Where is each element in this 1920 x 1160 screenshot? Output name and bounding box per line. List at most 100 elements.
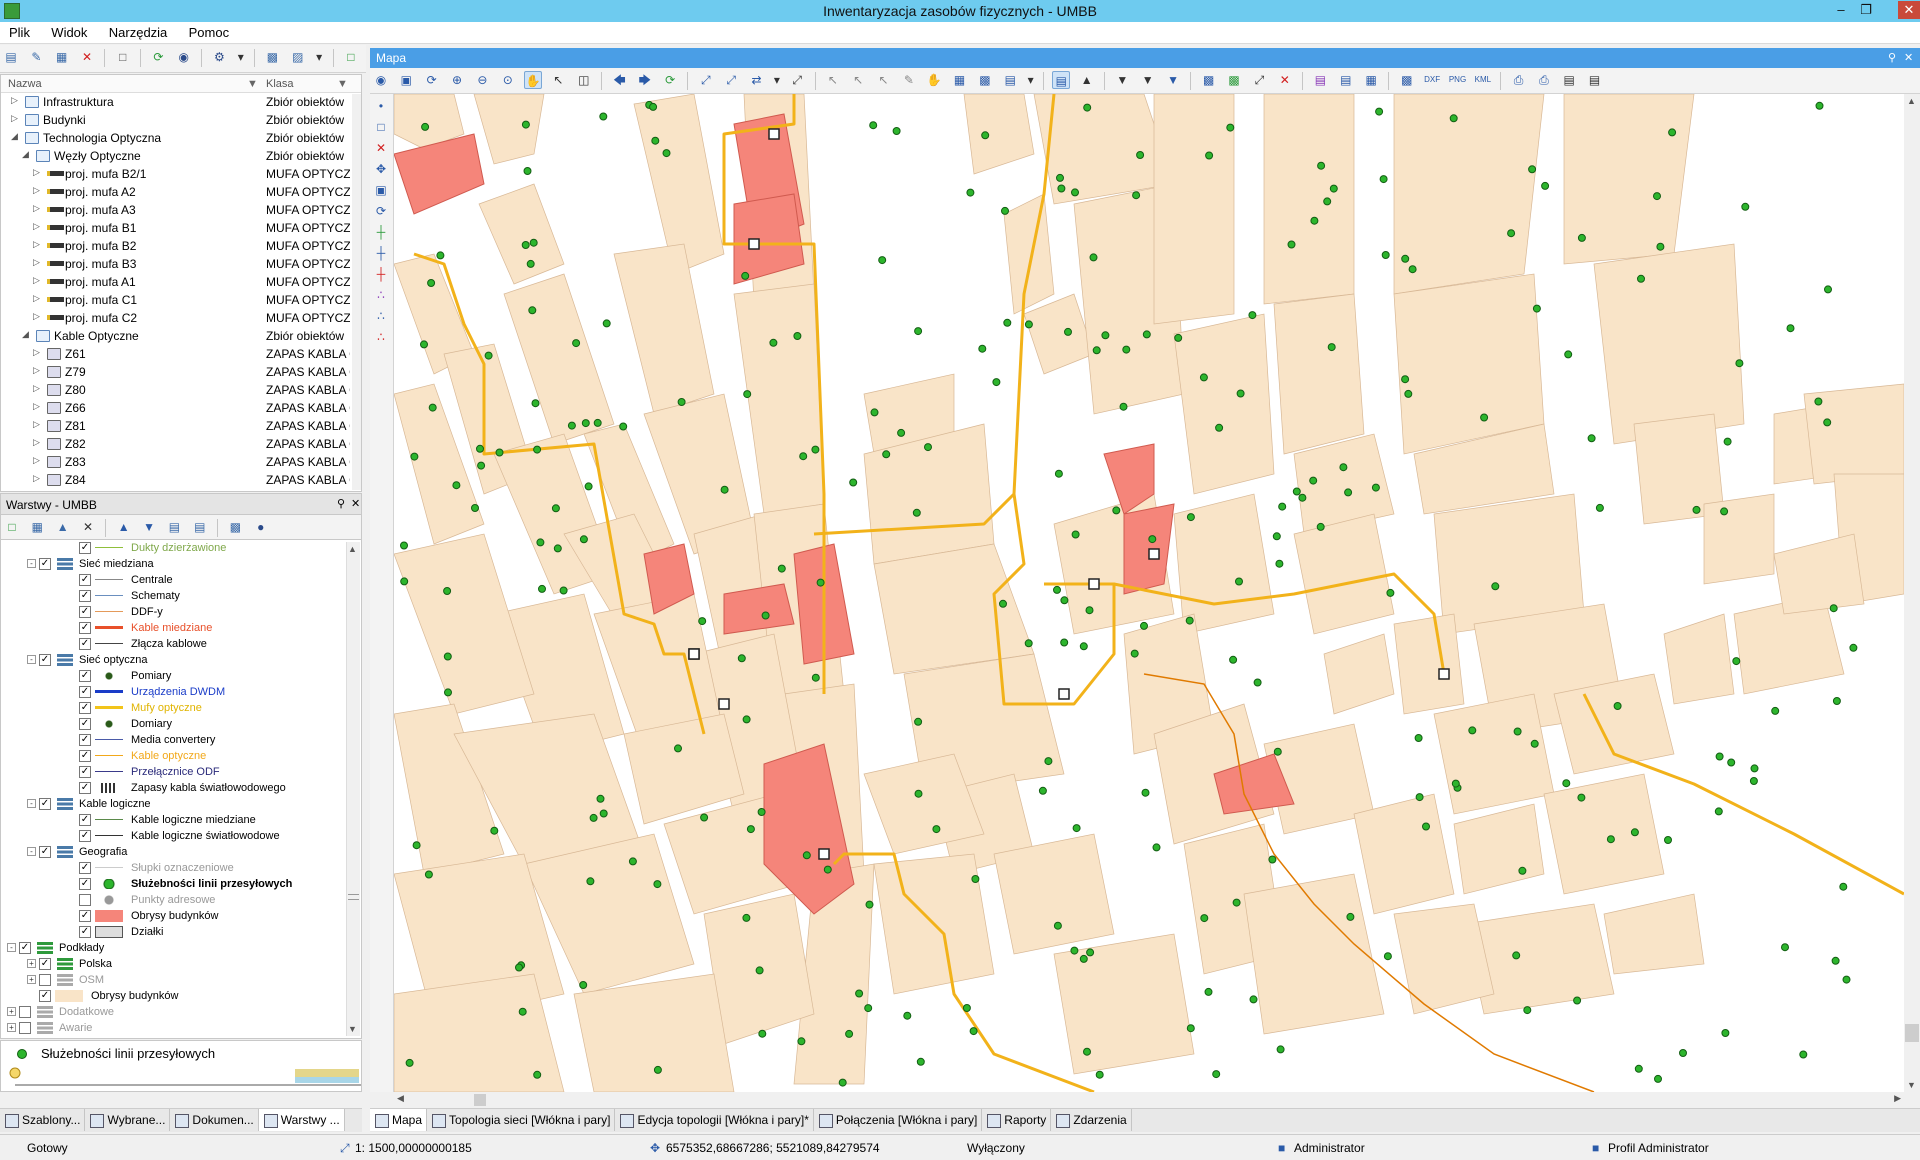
layer-row[interactable]: + ✓ Polska: [1, 956, 361, 972]
layer-row[interactable]: + Awarie: [1, 1020, 361, 1036]
pole-marker[interactable]: [1404, 389, 1413, 398]
pole-marker[interactable]: [1186, 1024, 1195, 1033]
export-png-icon[interactable]: PNG: [1449, 71, 1467, 89]
pole-marker[interactable]: [1842, 975, 1851, 984]
layer-visibility-checkbox[interactable]: [79, 894, 91, 906]
tab-raporty[interactable]: Raporty: [982, 1109, 1052, 1131]
building-outline[interactable]: [1173, 313, 1275, 495]
pole-marker[interactable]: [1327, 343, 1336, 352]
layer-row[interactable]: ✓ Służebności linii przesyłowych: [1, 876, 361, 892]
layer-visibility-checkbox[interactable]: ✓: [79, 622, 91, 634]
building-outline[interactable]: [1703, 493, 1775, 585]
expand-icon[interactable]: ▷: [33, 203, 43, 214]
pole-marker[interactable]: [869, 121, 878, 130]
pole-marker[interactable]: [1248, 311, 1257, 320]
pole-marker[interactable]: [1278, 502, 1287, 511]
pole-marker[interactable]: [1386, 588, 1395, 597]
pole-marker[interactable]: [1491, 582, 1500, 591]
pole-marker[interactable]: [1750, 764, 1759, 773]
pole-marker[interactable]: [567, 421, 576, 430]
layer-row[interactable]: ✓ Urządzenia DWDM: [1, 684, 361, 700]
building-outline[interactable]: [1273, 293, 1365, 455]
layer-row[interactable]: ✓ Schematy: [1, 588, 361, 604]
pole-marker[interactable]: [1381, 251, 1390, 259]
layer-visibility-checkbox[interactable]: ✓: [79, 590, 91, 602]
pole-marker[interactable]: [777, 564, 786, 573]
pole-marker[interactable]: [526, 259, 535, 268]
select-point-icon[interactable]: ↖: [824, 71, 842, 89]
layer-row[interactable]: ✓ Działki: [1, 924, 361, 940]
coordinates-icon[interactable]: ▤: [1311, 71, 1329, 89]
expand-icon[interactable]: ▷: [33, 185, 43, 196]
layer-row[interactable]: ✓ Mufy optyczne: [1, 700, 361, 716]
pole-marker[interactable]: [1057, 184, 1066, 193]
pole-marker[interactable]: [1232, 898, 1241, 907]
properties-icon[interactable]: ▦: [53, 48, 71, 66]
pole-marker[interactable]: [1122, 345, 1131, 354]
pole-marker[interactable]: [424, 870, 433, 879]
layer-row[interactable]: ✓ DDF-y: [1, 604, 361, 620]
clear-selection-icon[interactable]: ⤢: [788, 71, 806, 89]
pole-marker[interactable]: [914, 327, 923, 336]
pole-marker[interactable]: [849, 478, 858, 487]
building-outline[interactable]: [963, 94, 1035, 175]
point-tool-icon[interactable]: •: [372, 97, 390, 115]
pole-marker[interactable]: [932, 825, 941, 834]
layer-visibility-checkbox[interactable]: ✓: [39, 558, 51, 570]
tree-row[interactable]: ◢ Węzły Optyczne Zbiór obiektów: [1, 147, 361, 165]
add-doc-icon[interactable]: □: [342, 48, 360, 66]
layer-visibility-checkbox[interactable]: [19, 1022, 31, 1034]
zoom-in-icon[interactable]: ⊕: [448, 71, 466, 89]
pole-marker[interactable]: [1832, 697, 1841, 705]
pole-marker[interactable]: [1101, 331, 1110, 340]
pole-marker[interactable]: [1831, 956, 1840, 965]
clear-filter-icon[interactable]: ✕: [79, 518, 97, 536]
pole-marker[interactable]: [1185, 616, 1194, 625]
building-outline[interactable]: [1153, 94, 1235, 325]
layer-visibility-checkbox[interactable]: ✓: [79, 638, 91, 650]
pole-marker[interactable]: [421, 122, 430, 131]
close-button[interactable]: ✕: [1898, 1, 1920, 19]
layer-row[interactable]: + OSM: [1, 972, 361, 988]
pole-marker[interactable]: [1401, 254, 1410, 263]
expand-icon[interactable]: ▷: [33, 401, 43, 412]
layer-visibility-checkbox[interactable]: ✓: [39, 798, 51, 810]
pole-marker[interactable]: [1053, 921, 1062, 930]
document-icon[interactable]: □: [114, 48, 132, 66]
pole-marker[interactable]: [1422, 822, 1430, 831]
pole-marker[interactable]: [1148, 535, 1157, 544]
building-outline[interactable]: [1263, 94, 1355, 305]
tree-row[interactable]: ▷ Budynki Zbiór obiektów: [1, 111, 361, 129]
layer-visibility-checkbox[interactable]: ✓: [79, 718, 91, 730]
pole-marker[interactable]: [799, 452, 808, 461]
pole-marker[interactable]: [1056, 173, 1064, 182]
tree-row[interactable]: ▷ proj. mufa C1 MUFA OPTYCZN: [1, 291, 361, 309]
pole-marker[interactable]: [1130, 649, 1139, 658]
expand-icon[interactable]: ▷: [33, 455, 43, 466]
pole-marker[interactable]: [444, 688, 452, 697]
building-outline[interactable]: [1773, 533, 1865, 615]
pole-marker[interactable]: [698, 617, 707, 626]
layer-row[interactable]: ✓ Kable logiczne miedziane: [1, 812, 361, 828]
pole-marker[interactable]: [436, 251, 445, 260]
layer-visibility-checkbox[interactable]: ✓: [79, 702, 91, 714]
splice-closure-marker[interactable]: [1438, 668, 1450, 680]
pole-marker[interactable]: [528, 306, 537, 315]
pole-marker[interactable]: [593, 418, 602, 427]
building-outline[interactable]: [613, 243, 715, 415]
building-outline[interactable]: [1393, 903, 1495, 1015]
pole-marker[interactable]: [1272, 532, 1281, 541]
pole-marker[interactable]: [1070, 946, 1079, 955]
move-node-icon[interactable]: ✋: [925, 71, 943, 89]
pole-marker[interactable]: [1732, 657, 1741, 666]
pole-marker[interactable]: [1668, 128, 1677, 137]
pole-marker[interactable]: [628, 857, 637, 866]
pole-marker[interactable]: [816, 578, 825, 587]
pole-marker[interactable]: [1253, 678, 1262, 687]
tab-topologia-sieci[interactable]: Topologia sieci [Włókna i pary]: [427, 1109, 616, 1131]
expand-icon[interactable]: ◢: [22, 149, 32, 160]
splice-closure-marker[interactable]: [818, 848, 830, 860]
pole-marker[interactable]: [914, 789, 923, 798]
pole-marker[interactable]: [978, 344, 987, 353]
layer-row[interactable]: ✓ Słupki oznaczeniowe: [1, 860, 361, 876]
